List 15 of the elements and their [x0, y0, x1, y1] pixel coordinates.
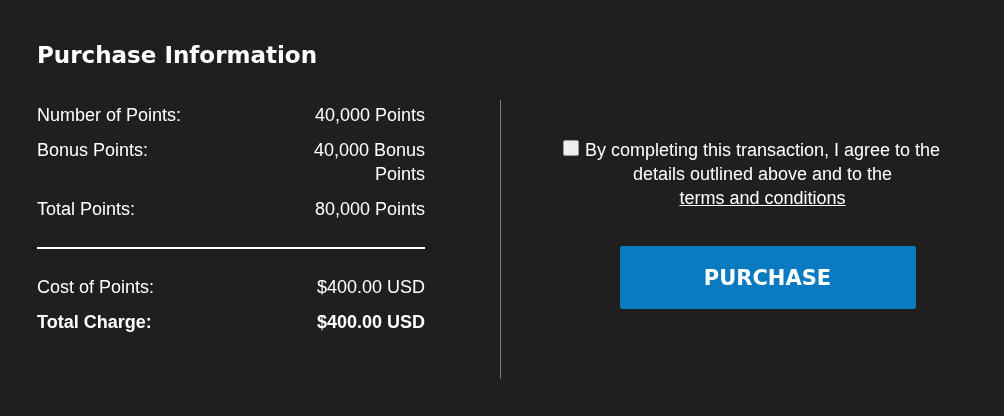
- section-title: Purchase Information: [37, 42, 319, 68]
- row-label: Cost of Points:: [37, 276, 155, 299]
- row-value: $400.00 USD: [315, 276, 425, 299]
- row-value: $400.00 USD: [315, 311, 425, 334]
- purchase-button[interactable]: PURCHASE: [619, 246, 916, 309]
- agreement-checkbox[interactable]: [562, 140, 579, 156]
- row-label: Total Charge:: [37, 311, 152, 334]
- row-value: 80,000 Points: [313, 198, 425, 221]
- row-label: Number of Points:: [37, 104, 182, 127]
- row-label: Bonus Points:: [37, 139, 149, 162]
- terms-link[interactable]: terms and conditions: [679, 188, 846, 208]
- agreement-text: By completing this transaction, I agree to the details outlined above and to the terms and conditions: [583, 139, 942, 210]
- row-value: 40,000 Bonus Points: [312, 139, 425, 186]
- row-label: Total Points:: [37, 198, 136, 221]
- row-value: 40,000 Points: [313, 104, 425, 127]
